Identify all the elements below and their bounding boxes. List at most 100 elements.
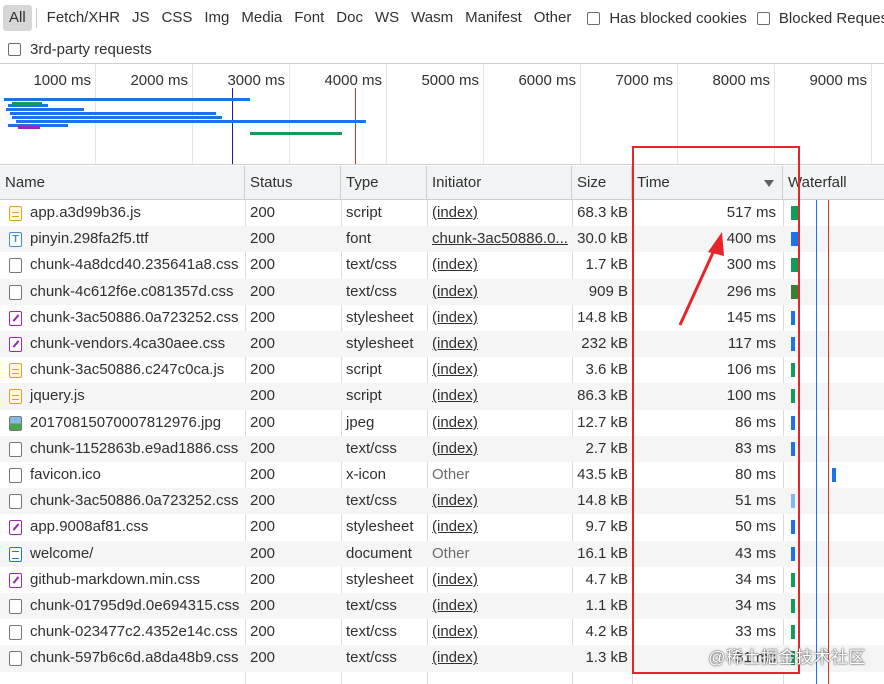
request-initiator-link[interactable]: (index) (432, 256, 478, 273)
request-initiator-link[interactable]: (index) (432, 204, 478, 221)
column-header-size[interactable]: Size (572, 166, 632, 200)
third-party-requests-checkbox[interactable]: 3rd-party requests (8, 41, 152, 58)
request-initiator-link[interactable]: (index) (432, 623, 478, 640)
table-row[interactable]: github-markdown.min.css 200 stylesheet (ind… (0, 567, 884, 593)
request-initiator-link[interactable]: (index) (432, 335, 478, 352)
request-initiator-link[interactable]: (index) (432, 387, 478, 404)
filter-type-manifest[interactable]: Manifest (459, 5, 528, 31)
request-initiator-link[interactable]: (index) (432, 361, 478, 378)
request-name[interactable]: pinyin.298fa2f5.ttf (0, 226, 245, 252)
request-initiator-link[interactable]: (index) (432, 649, 478, 666)
request-name[interactable]: app.9008af81.css (0, 514, 245, 540)
request-name[interactable]: favicon.ico (0, 462, 245, 488)
request-initiator-link[interactable]: (index) (432, 518, 478, 535)
filter-type-media[interactable]: Media (235, 5, 288, 31)
request-size: 14.8 kB (577, 492, 628, 510)
column-header-name[interactable]: Name (0, 166, 245, 200)
waterfall-bar (791, 625, 795, 640)
request-time: 43 ms (735, 544, 776, 562)
table-row[interactable]: chunk-01795d9d.0e694315.css 200 text/css (i… (0, 593, 884, 620)
table-row[interactable]: chunk-3ac50886.c247c0ca.js 200 script (inde… (0, 357, 884, 383)
request-initiator-link[interactable]: (index) (432, 571, 478, 588)
has-blocked-cookies-checkbox[interactable]: Has blocked cookies (587, 10, 747, 27)
column-header-status[interactable]: Status (245, 166, 341, 200)
filter-type-img[interactable]: Img (198, 5, 235, 31)
request-size: 14.8 kB (577, 308, 628, 326)
request-initiator-link[interactable]: chunk-3ac50886.0... (432, 230, 568, 247)
request-name[interactable]: github-markdown.min.css (0, 567, 245, 593)
column-header-type[interactable]: Type (341, 166, 427, 200)
table-row[interactable]: chunk-3ac50886.0a723252.css 200 text/css (i… (0, 488, 884, 515)
checkbox-box[interactable] (756, 11, 770, 25)
request-name[interactable]: jquery.js (0, 383, 245, 409)
checkbox-box[interactable] (587, 11, 601, 25)
table-row[interactable]: jquery.js 200 script (index) 86.3 kB 100 ms (0, 383, 884, 410)
table-header: Name Status Type Initiator Size Time Wat… (0, 166, 884, 200)
request-name[interactable]: chunk-vendors.4ca30aee.css (0, 331, 245, 357)
table-row[interactable]: chunk-4a8dcd40.235641a8.css 200 text/css (i… (0, 252, 884, 278)
table-row[interactable]: 20170815070007812976.jpg 200 jpeg (index) 12… (0, 410, 884, 436)
filter-type-other[interactable]: Other (528, 5, 578, 31)
request-status: 200 (250, 256, 276, 274)
timeline-overview[interactable]: 1000 ms 2000 ms 3000 ms 4000 ms 5000 ms 6000 … (0, 64, 884, 165)
table-row[interactable]: chunk-3ac50886.0a723252.css 200 stylesheet… (0, 305, 884, 331)
request-initiator: Other (432, 544, 470, 562)
waterfall-dom-content-loaded-line (816, 200, 817, 684)
request-name[interactable]: chunk-023477c2.4352e14c.css (0, 619, 245, 645)
waterfall-bar (791, 520, 795, 535)
table-row[interactable]: app.9008af81.css 200 stylesheet (index) 9.7 … (0, 514, 884, 540)
overview-gridline (871, 64, 872, 164)
column-header-time[interactable]: Time (632, 166, 783, 200)
request-name[interactable]: chunk-01795d9d.0e694315.css (0, 593, 245, 619)
filter-type-wasm[interactable]: Wasm (405, 5, 459, 31)
filter-type-ws[interactable]: WS (369, 5, 405, 31)
request-type: stylesheet (346, 308, 414, 326)
request-size: 4.7 kB (585, 570, 628, 588)
request-size: 1.1 kB (585, 597, 628, 614)
request-name[interactable]: chunk-3ac50886.c247c0ca.js (0, 357, 245, 383)
request-name[interactable]: chunk-3ac50886.0a723252.css (0, 488, 245, 514)
blocked-requests-checkbox[interactable]: Blocked Requests (756, 10, 884, 27)
filter-row-2: 3rd-party requests (0, 34, 152, 64)
request-name[interactable]: chunk-4c612f6e.c081357d.css (0, 279, 245, 305)
request-time: 33 ms (735, 623, 776, 641)
request-initiator-link[interactable]: (index) (432, 492, 478, 509)
filter-type-all[interactable]: All (3, 5, 32, 31)
request-initiator-link[interactable]: (index) (432, 597, 478, 614)
column-header-initiator[interactable]: Initiator (427, 166, 572, 200)
filter-type-js[interactable]: JS (126, 5, 156, 31)
filter-type-css[interactable]: CSS (156, 5, 199, 31)
request-type: text/css (346, 649, 397, 667)
table-row[interactable]: Tpinyin.298fa2f5.ttf 200 font chunk-3ac5088… (0, 226, 884, 253)
request-initiator-link[interactable]: (index) (432, 283, 478, 300)
table-row[interactable]: chunk-1152863b.e9ad1886.css 200 text/css (i… (0, 435, 884, 462)
column-header-waterfall[interactable]: Waterfall (783, 166, 884, 200)
waterfall-bar (791, 415, 795, 430)
table-row[interactable]: welcome/200 document Other 16.1 kB 43 ms (0, 540, 884, 567)
request-name[interactable]: app.a3d99b36.js (0, 200, 245, 226)
request-time: 50 ms (735, 518, 776, 536)
filter-type-doc[interactable]: Doc (330, 5, 369, 31)
request-name[interactable]: welcome/ (0, 541, 245, 567)
request-name[interactable]: chunk-3ac50886.0a723252.css (0, 305, 245, 331)
filter-type-fetch-xhr[interactable]: Fetch/XHR (41, 5, 126, 31)
request-initiator-link[interactable]: (index) (432, 414, 478, 431)
table-row[interactable]: app.a3d99b36.js 200 script (index) 68.3 kB 51… (0, 200, 884, 226)
request-type: text/css (346, 597, 397, 614)
filter-type-font[interactable]: Font (288, 5, 330, 31)
checkbox-box[interactable] (8, 42, 21, 56)
table-row[interactable]: favicon.ico 200 x-icon Other 43.5 kB 80 ms (0, 462, 884, 488)
request-initiator-link[interactable]: (index) (432, 309, 478, 326)
request-time: 86 ms (735, 413, 776, 431)
table-row[interactable]: chunk-vendors.4ca30aee.css 200 stylesheet (… (0, 331, 884, 358)
request-name[interactable]: chunk-597b6c6d.a8da48b9.css (0, 645, 245, 671)
request-name[interactable]: chunk-1152863b.e9ad1886.css (0, 436, 245, 462)
table-row[interactable]: chunk-4c612f6e.c081357d.css 200 text/css (i… (0, 278, 884, 305)
request-status: 200 (250, 204, 276, 221)
request-name[interactable]: chunk-4a8dcd40.235641a8.css (0, 252, 245, 278)
request-initiator-link[interactable]: (index) (432, 440, 478, 457)
request-name[interactable]: 20170815070007812976.jpg (0, 410, 245, 436)
request-status: 200 (250, 466, 276, 483)
table-row[interactable]: chunk-023477c2.4352e14c.css 200 text/css (i… (0, 619, 884, 645)
overview-tick-label: 2000 ms (130, 72, 188, 89)
